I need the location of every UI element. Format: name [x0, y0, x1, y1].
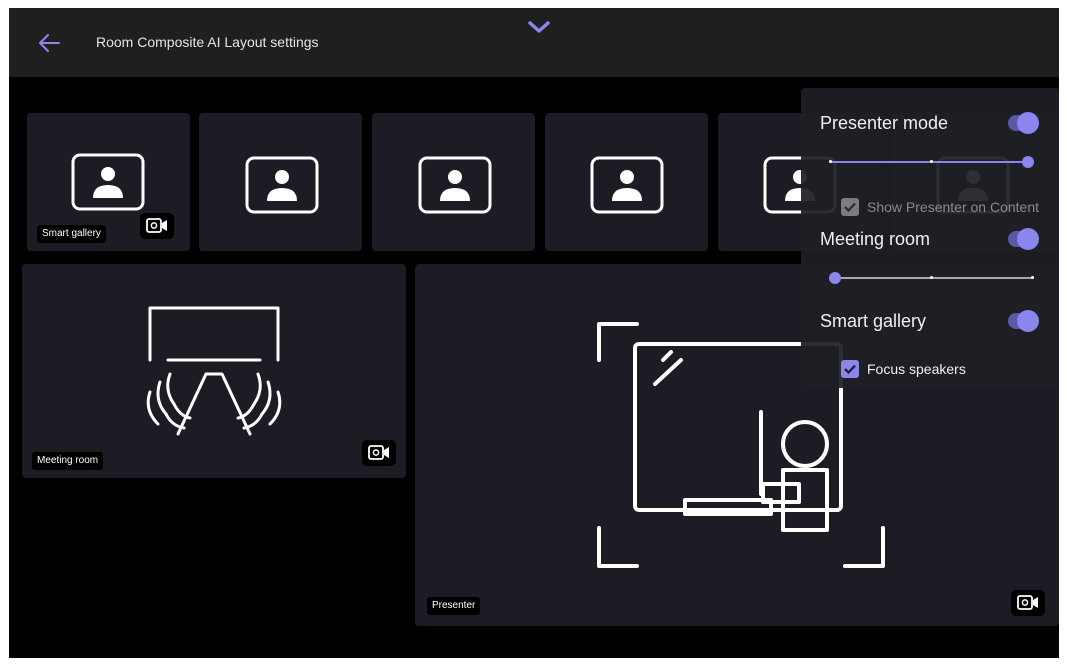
person-frame-icon	[245, 156, 319, 214]
camera-settings-icon	[1017, 595, 1038, 610]
presenter-mode-label: Presenter mode	[820, 113, 949, 133]
meeting-room-tile: Meeting room	[22, 264, 406, 478]
camera-settings-icon	[146, 218, 167, 233]
gallery-tile-3	[372, 113, 535, 251]
check-icon	[841, 198, 859, 216]
chevron-down-icon[interactable]	[526, 18, 552, 36]
smart-gallery-toggle[interactable]	[1008, 310, 1039, 332]
camera-settings-button[interactable]	[140, 213, 174, 239]
presenter-label: Presenter	[427, 597, 481, 615]
check-icon	[841, 360, 859, 378]
meeting-room-toggle[interactable]	[1008, 228, 1039, 250]
back-arrow-icon[interactable]	[37, 32, 61, 54]
header-bar: Room Composite AI Layout settings	[9, 8, 1059, 77]
focus-speakers-label: Focus speakers	[867, 361, 966, 377]
gallery-tile-4	[545, 113, 708, 251]
smart-gallery-label: Smart gallery	[37, 225, 106, 243]
page-title: Room Composite AI Layout settings	[96, 34, 319, 50]
focus-speakers-checkbox[interactable]: Focus speakers	[841, 360, 966, 378]
gallery-tile-2	[199, 113, 362, 251]
ai-layout-settings-panel: Presenter mode Show Presenter on Content…	[801, 88, 1059, 388]
room-composite-screen: Room Composite AI Layout settings Smart …	[9, 8, 1059, 658]
person-frame-icon	[418, 156, 492, 214]
camera-settings-icon	[368, 445, 389, 460]
presenter-mode-toggle[interactable]	[1008, 112, 1039, 134]
meeting-room-label: Meeting room	[32, 452, 104, 470]
meeting-room-setting-label: Meeting room	[820, 229, 931, 249]
show-presenter-on-content-checkbox[interactable]: Show Presenter on Content	[841, 198, 1039, 216]
show-presenter-label: Show Presenter on Content	[867, 199, 1039, 215]
meeting-room-slider[interactable]	[829, 271, 1034, 285]
camera-settings-button[interactable]	[362, 440, 396, 466]
person-frame-icon	[590, 156, 664, 214]
presenter-mode-slider[interactable]	[829, 155, 1034, 169]
gallery-tile-1: Smart gallery	[27, 113, 190, 251]
smart-gallery-setting-label: Smart gallery	[820, 311, 927, 331]
camera-settings-button[interactable]	[1011, 590, 1045, 616]
meeting-table-icon	[146, 306, 282, 436]
person-frame-icon	[71, 153, 145, 211]
